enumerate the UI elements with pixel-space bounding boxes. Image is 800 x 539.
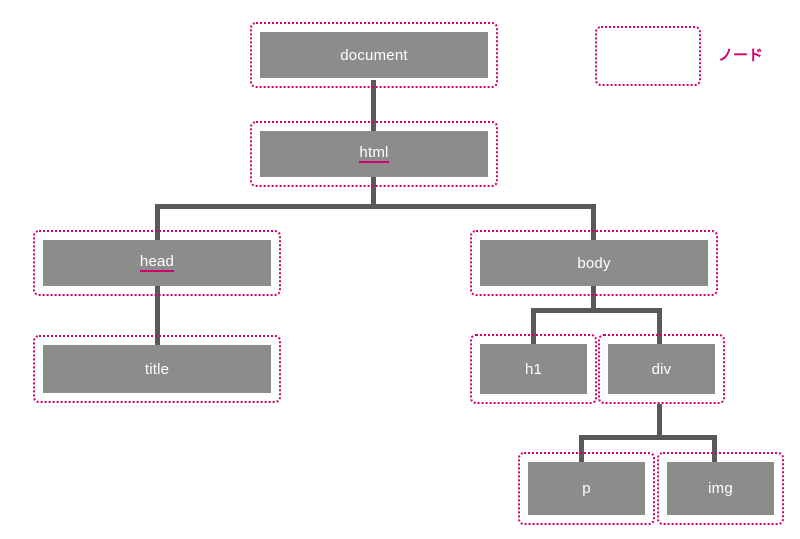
node-label-body: body [577,254,611,272]
dom-tree-diagram: document html head title body h1 div p img ノード [0,0,800,539]
node-label-html: html [359,144,389,163]
node-div[interactable]: div [598,334,725,404]
node-box-div: div [608,344,715,394]
legend-node-swatch [595,26,701,86]
node-label-document: document [340,46,408,64]
node-box-h1: h1 [480,344,587,394]
node-label-img: img [708,480,733,497]
node-box-img: img [667,462,774,515]
edge-div-to-branch-p-img [657,404,662,438]
edge-branch-head-body-to-head-and-body [155,204,596,209]
node-head[interactable]: head [33,230,281,296]
node-html[interactable]: html [250,121,498,187]
edge-branch-p-img-to-p-and-img [579,435,717,440]
node-label-p: p [582,480,591,497]
node-label-head: head [139,253,175,272]
node-box-html: html [260,131,488,177]
node-label-h1: h1 [524,360,543,378]
node-body[interactable]: body [470,230,718,296]
legend-label: ノード [718,47,764,64]
node-box-title: title [43,345,271,393]
node-box-body: body [480,240,708,286]
node-box-p: p [528,462,645,515]
node-h1[interactable]: h1 [470,334,597,404]
node-label-div: div [651,360,672,378]
node-box-document: document [260,32,488,78]
node-box-head: head [43,240,271,286]
node-label-title: title [144,360,170,378]
edge-branch-h1-div-to-h1-and-div [531,308,662,313]
node-title[interactable]: title [33,335,281,403]
node-document[interactable]: document [250,22,498,88]
node-p[interactable]: p [518,452,655,525]
node-img[interactable]: img [657,452,784,525]
